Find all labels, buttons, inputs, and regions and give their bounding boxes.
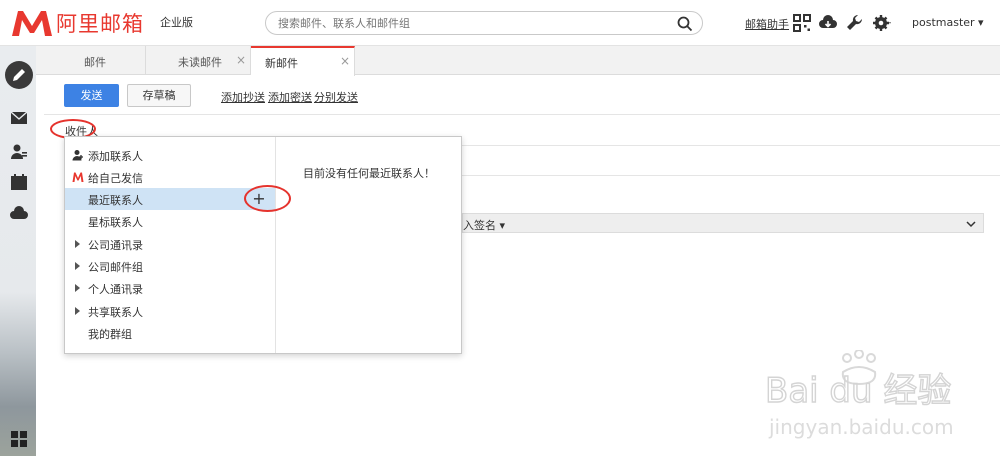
mail-logo-icon: [72, 172, 84, 182]
compose-button[interactable]: [5, 61, 33, 89]
editor-toolbar: 入签名 ▾: [462, 213, 984, 233]
top-header: 阿里邮箱 企业版 邮箱助手 postmaster ▾: [0, 0, 1000, 46]
list-item[interactable]: 公司邮件组: [65, 255, 275, 277]
list-item[interactable]: 添加联系人: [65, 144, 275, 166]
tab-unread-mail[interactable]: 未读邮件 ×: [146, 46, 251, 75]
user-menu[interactable]: postmaster ▾: [912, 16, 984, 29]
cloud-icon[interactable]: [10, 204, 28, 222]
list-item-label: 最近联系人: [88, 194, 143, 207]
divider: [462, 175, 1000, 176]
list-item-label: 共享联系人: [88, 306, 143, 319]
edition-label: 企业版: [160, 16, 193, 29]
list-item[interactable]: 给自己发信: [65, 166, 275, 188]
left-sidebar: [0, 46, 36, 456]
envelope-icon[interactable]: [10, 109, 28, 127]
chevron-down-icon[interactable]: [965, 218, 977, 230]
list-item-label: 公司邮件组: [88, 261, 143, 274]
save-draft-button[interactable]: 存草稿: [127, 84, 191, 107]
popup-divider: [275, 137, 276, 353]
gear-icon[interactable]: [872, 13, 892, 33]
mail-logo-icon[interactable]: [10, 8, 54, 38]
add-cc-link[interactable]: 添加抄送: [221, 89, 265, 105]
contacts-icon[interactable]: [10, 143, 28, 161]
apps-grid-icon[interactable]: [10, 430, 28, 448]
list-item-label: 添加联系人: [88, 150, 143, 163]
close-icon[interactable]: ×: [340, 54, 350, 68]
wrench-icon[interactable]: [845, 13, 865, 33]
logo-text: 阿里邮箱: [56, 12, 144, 36]
tab-label: 邮件: [84, 56, 106, 69]
caret-right-icon: [75, 262, 80, 270]
qr-code-icon[interactable]: [792, 13, 812, 33]
watermark-brand: Bai du 经验: [765, 371, 951, 411]
add-bcc-link[interactable]: 添加密送: [268, 89, 312, 105]
divider: [44, 114, 1000, 115]
tab-mail[interactable]: 邮件: [36, 46, 146, 75]
caret-right-icon: [75, 307, 80, 315]
list-item[interactable]: 共享联系人: [65, 300, 275, 322]
pencil-icon: [13, 69, 25, 81]
search-icon[interactable]: [677, 16, 693, 32]
cloud-download-icon[interactable]: [818, 13, 838, 33]
list-item[interactable]: 公司通讯录: [65, 233, 275, 255]
list-item[interactable]: 个人通讯录: [65, 277, 275, 299]
tab-bar: 邮件 未读邮件 × 新邮件 ×: [36, 46, 1000, 76]
list-item-label: 个人通讯录: [88, 283, 143, 296]
calendar-icon[interactable]: [10, 173, 28, 191]
list-item-label: 我的群组: [88, 328, 132, 341]
search-box[interactable]: [265, 11, 703, 35]
list-item-label: 公司通讯录: [88, 239, 143, 252]
send-button[interactable]: 发送: [64, 84, 119, 107]
close-icon[interactable]: ×: [236, 53, 246, 67]
caret-right-icon: [75, 284, 80, 292]
list-item[interactable]: 星标联系人: [65, 210, 275, 232]
add-contact-icon: [72, 150, 83, 161]
empty-message: 目前没有任何最近联系人！: [303, 167, 435, 180]
tab-new-mail[interactable]: 新邮件 ×: [251, 46, 355, 76]
contact-picker-popup: 添加联系人 给自己发信 最近联系人 + 星标联系人 公司通讯录 公司邮件组 个人…: [64, 136, 462, 354]
tab-label: 新邮件: [265, 57, 298, 70]
list-item-label: 给自己发信: [88, 172, 143, 185]
mail-helper-link[interactable]: 邮箱助手: [745, 16, 789, 32]
list-item[interactable]: 我的群组: [65, 322, 275, 344]
annotation-ellipse: [244, 185, 291, 212]
tab-label: 未读邮件: [178, 56, 222, 69]
caret-right-icon: [75, 240, 80, 248]
baidu-watermark: Bai du 经验 jingyan.baidu.com: [764, 350, 954, 439]
watermark-url: jingyan.baidu.com: [768, 415, 954, 439]
list-item-label: 星标联系人: [88, 216, 143, 229]
separate-send-link[interactable]: 分别发送: [314, 89, 358, 105]
divider: [462, 145, 1000, 146]
insert-signature-dropdown[interactable]: 入签名 ▾: [463, 217, 505, 233]
search-input[interactable]: [278, 15, 668, 31]
